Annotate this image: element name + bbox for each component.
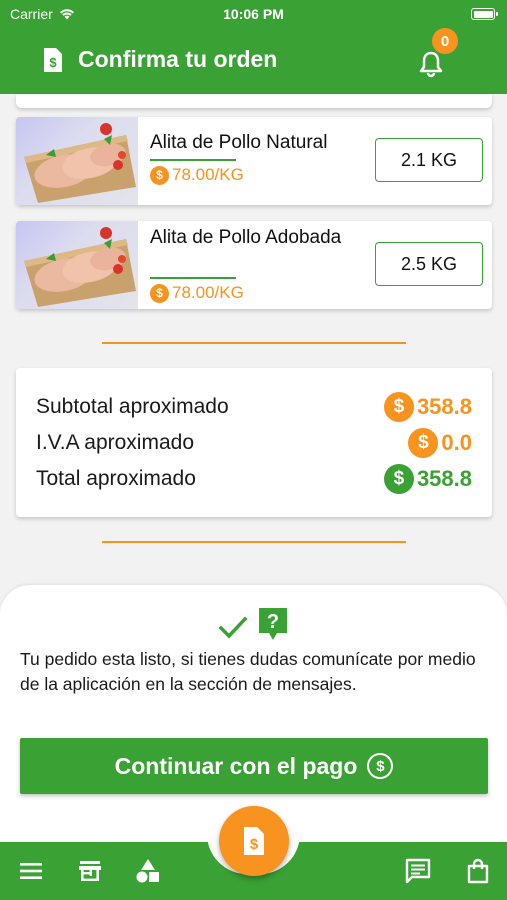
- bell-icon[interactable]: [418, 50, 444, 78]
- subtotal-value: $ 358.8: [383, 392, 472, 422]
- receipt-icon: $: [244, 827, 264, 855]
- product-name-underline: [150, 277, 236, 279]
- battery-icon: [471, 8, 498, 20]
- menu-icon[interactable]: [18, 858, 44, 884]
- quantity-value: 2.5 KG: [400, 253, 458, 274]
- messages-icon[interactable]: [405, 858, 431, 884]
- product-name: Alita de Pollo Adobada: [150, 227, 342, 248]
- iva-amount: 0.0: [441, 430, 472, 455]
- product-card-partial: [16, 94, 492, 108]
- iva-value: $ 0.0: [408, 428, 472, 458]
- product-card[interactable]: Alita de Pollo Natural $ 78.00/KG 2.1 KG: [16, 117, 492, 205]
- currency-icon: $: [367, 753, 394, 779]
- currency-icon: $: [408, 428, 439, 458]
- product-image: [16, 221, 138, 309]
- subtotal-row: Subtotal aproximado $ 358.8: [36, 392, 472, 422]
- help-message-icon: ?: [259, 608, 287, 640]
- product-image: [16, 117, 138, 205]
- sheet-icons: ?: [218, 607, 288, 641]
- total-value: $ 358.8: [383, 464, 472, 494]
- store-icon[interactable]: [77, 858, 103, 884]
- app-header: Carrier 10:06 PM $ Confirma tu orden 0: [0, 0, 507, 94]
- product-price: $ 78.00/KG: [150, 283, 244, 303]
- status-time: 10:06 PM: [223, 6, 284, 22]
- product-price-value: 78.00/KG: [172, 165, 244, 184]
- status-bar: Carrier 10:06 PM: [0, 0, 507, 30]
- product-card[interactable]: Alita de Pollo Adobada $ 78.00/KG 2.5 KG: [16, 221, 492, 309]
- currency-icon: $: [383, 464, 414, 494]
- subtotal-amount: 358.8: [416, 394, 472, 419]
- continue-payment-label: Continuar con el pago: [114, 752, 358, 779]
- iva-row: I.V.A aproximado $ 0.0: [36, 428, 472, 458]
- currency-icon: $: [150, 165, 169, 185]
- quantity-field[interactable]: 2.5 KG: [375, 242, 483, 286]
- iva-label: I.V.A aproximado: [36, 431, 194, 454]
- page-title: Confirma tu orden: [78, 46, 278, 72]
- total-amount: 358.8: [416, 466, 472, 491]
- quantity-field[interactable]: 2.1 KG: [375, 138, 483, 182]
- chicken-image: [24, 123, 136, 203]
- product-price-value: 78.00/KG: [172, 283, 244, 302]
- continue-payment-button[interactable]: Continuar con el pago $: [20, 738, 488, 794]
- categories-icon[interactable]: [135, 858, 161, 884]
- shopping-bag-icon[interactable]: [465, 858, 491, 884]
- header-title-row: $ Confirma tu orden: [42, 46, 277, 73]
- svg-text:?: ?: [267, 611, 279, 633]
- total-row: Total aproximado $ 358.8: [36, 464, 472, 494]
- section-divider: [102, 541, 406, 543]
- product-price: $ 78.00/KG: [150, 165, 244, 185]
- svg-text:$: $: [49, 55, 57, 70]
- product-name: Alita de Pollo Natural: [150, 132, 328, 153]
- check-icon: [218, 616, 248, 639]
- totals-card: Subtotal aproximado $ 358.8 I.V.A aproxi…: [16, 368, 492, 517]
- notification-badge: 0: [432, 28, 458, 54]
- order-ready-message: Tu pedido esta listo, si tienes dudas co…: [20, 649, 476, 694]
- order-fab-button[interactable]: $: [219, 806, 289, 876]
- subtotal-label: Subtotal aproximado: [36, 395, 229, 418]
- currency-icon: $: [383, 392, 414, 422]
- svg-text:$: $: [250, 836, 259, 853]
- currency-icon: $: [150, 283, 169, 303]
- chicken-image: [24, 227, 136, 307]
- receipt-icon: $: [44, 47, 62, 72]
- total-label: Total aproximado: [36, 467, 196, 490]
- product-name-underline: [150, 159, 236, 161]
- section-divider: [102, 342, 406, 344]
- quantity-value: 2.1 KG: [400, 149, 458, 170]
